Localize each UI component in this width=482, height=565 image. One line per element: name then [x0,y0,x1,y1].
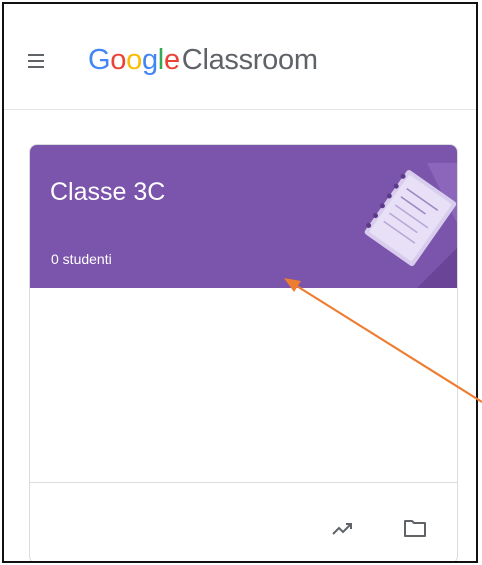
hamburger-menu-icon[interactable] [26,51,52,71]
student-count: 0 studenti [51,251,112,267]
google-letter: e [163,44,180,76]
google-letter: g [141,44,158,76]
google-letter: o [110,44,127,76]
google-wordmark: Google [88,44,180,76]
notebook-illustration-icon [364,163,457,288]
class-card[interactable]: Classe 3C 0 studenti [29,144,458,561]
top-app-bar: GoogleClassroom [4,4,476,110]
class-card-header[interactable]: Classe 3C 0 studenti [30,145,457,288]
google-letter: G [88,44,111,76]
class-name-link[interactable]: Classe 3C [50,178,165,207]
google-letter: o [126,44,142,76]
trending-up-icon[interactable] [330,515,356,541]
google-classroom-logo[interactable]: GoogleClassroom [88,44,318,77]
product-name: Classroom [181,44,318,76]
classroom-window: GoogleClassroom Classe 3C 0 studenti [2,2,478,563]
folder-icon[interactable] [402,515,428,541]
class-card-footer [30,482,457,561]
class-card-body [30,288,457,482]
